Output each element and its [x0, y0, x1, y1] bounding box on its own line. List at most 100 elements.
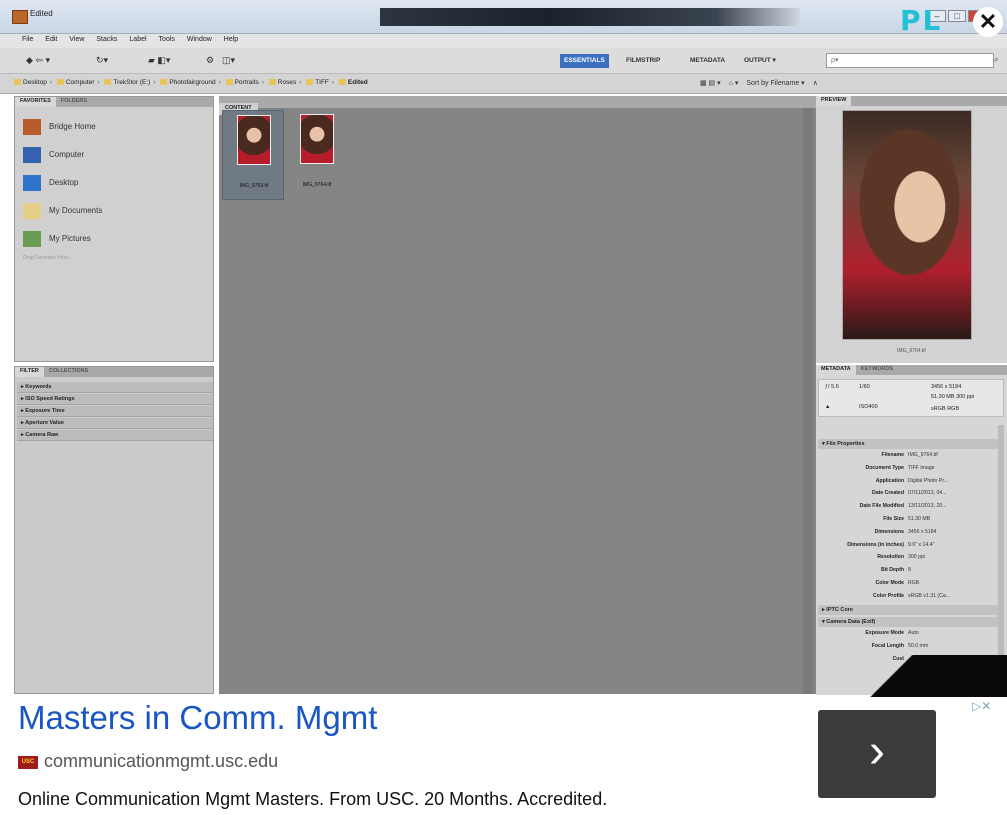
fav-my-documents[interactable]: My Documents [23, 203, 102, 219]
fav-desktop[interactable]: Desktop [23, 175, 78, 191]
metadata-value: 51.30 MB [908, 516, 931, 522]
ad-arrow-button[interactable]: › [818, 710, 936, 798]
thumbnail-caption: IMG_9763.tif [239, 183, 269, 189]
sort-direction-icon[interactable]: ∧ [813, 80, 818, 87]
overlay-close-icon[interactable]: ✕ [973, 7, 1003, 37]
crumb-roses[interactable]: Roses [268, 79, 296, 86]
metadata-key: Resolution [877, 554, 904, 561]
metadata-value: Digital Photo Pr... [908, 477, 949, 484]
menu-window[interactable]: Window [181, 34, 218, 43]
metadata-row: Application Digital Photo Pr... [816, 478, 1004, 487]
tab-favorites[interactable]: FAVORITES [15, 97, 56, 107]
filter-aperture[interactable]: ▸ Aperture Value [17, 418, 213, 429]
filter-exposure[interactable]: ▸ Exposure Time [17, 406, 213, 417]
desktop-icon [14, 79, 21, 86]
maximize-button[interactable]: □ [948, 10, 966, 22]
camera-icon[interactable]: ▰ ◧▾ [148, 55, 170, 66]
menu-tools[interactable]: Tools [153, 34, 181, 43]
metadata-scrollbar[interactable] [998, 425, 1004, 685]
sort-dropdown[interactable]: Sort by Filename ▾ [746, 80, 804, 87]
metadata-value: IMG_9764.tif [908, 452, 938, 458]
person-icon: ▲ [825, 404, 831, 410]
preview-panel-tabs: PREVIEW [816, 96, 1007, 106]
ad-domain[interactable]: communicationmgmt.usc.edu [44, 751, 278, 772]
title-bar-glass [380, 8, 800, 26]
metadata-value: 300 ppi [908, 554, 926, 561]
preview-image[interactable] [842, 110, 972, 340]
crumb-drive[interactable]: TrekStor (E:) [104, 79, 150, 86]
chevron-right-icon: › [153, 79, 156, 86]
filter-camera-raw[interactable]: ▸ Camera Raw [17, 430, 213, 441]
ad-banner[interactable]: Masters in Comm. Mgmt USC communicationm… [0, 697, 1007, 815]
workspace-essentials[interactable]: ESSENTIALS [560, 54, 609, 68]
folder-icon [225, 79, 233, 86]
search-icon[interactable]: ⌕ [994, 55, 998, 65]
thumbnail[interactable]: IMG_9763.tif [222, 110, 284, 200]
favorites-drag-hint: Drag Favorites Here... [23, 255, 73, 261]
menu-help[interactable]: Help [218, 34, 244, 43]
search-input[interactable]: ρ▾ [826, 53, 994, 68]
back-forward-icon[interactable]: ◆ ⇦ ▾ [26, 55, 50, 66]
crumb-edited[interactable]: Edited [338, 79, 368, 86]
metadata-key: File Size [883, 516, 904, 522]
desktop-icon [23, 175, 41, 191]
workspace-metadata[interactable]: METADATA [686, 54, 729, 68]
ad-title[interactable]: Masters in Comm. Mgmt [18, 699, 377, 737]
filter-panel: FILTER COLLECTIONS ▸ Keywords ▸ ISO Speed… [14, 366, 214, 694]
recent-files-icon[interactable]: ↻▾ [96, 55, 108, 66]
crumb-tiff[interactable]: TIFF [306, 79, 329, 86]
menu-file[interactable]: File [0, 34, 39, 43]
tab-metadata[interactable]: METADATA [816, 365, 856, 375]
chevron-right-icon: › [97, 79, 100, 86]
fav-computer[interactable]: Computer [23, 147, 84, 163]
fav-my-pictures[interactable]: My Pictures [23, 231, 91, 247]
metadata-row: Date Created 07/11/2013, 04... [816, 490, 1004, 499]
tab-collections[interactable]: COLLECTIONS [44, 367, 93, 377]
crumb-photofairground[interactable]: Photofairground [160, 79, 216, 86]
metadata-value: 9.6" x 14.4" [908, 541, 935, 548]
tab-keywords[interactable]: KEYWORDS [856, 365, 898, 375]
refine-icon[interactable]: ⚙ [206, 55, 214, 66]
metadata-key: Filename [881, 452, 905, 458]
fav-bridge-home[interactable]: Bridge Home [23, 119, 96, 135]
metadata-row: File Size 51.30 MB [816, 516, 1004, 525]
tab-folders[interactable]: FOLDERS [56, 97, 92, 107]
view-mode-icon[interactable]: ▦ ▤ ▾ [700, 80, 721, 87]
section-iptc-core[interactable]: ▸ IPTC Core [818, 605, 1004, 615]
metadata-key: Application [875, 477, 904, 484]
metadata-row: Focal Length 50.0 mm [816, 643, 1004, 652]
thumbnail[interactable]: IMG_9764.tif [286, 110, 348, 200]
folder-icon [160, 79, 168, 86]
section-file-properties[interactable]: ▾ File Properties [818, 439, 1004, 449]
menu-view[interactable]: View [63, 34, 90, 43]
menu-edit[interactable]: Edit [39, 34, 63, 43]
ad-choices-icon[interactable]: ▷✕ [972, 699, 991, 713]
content-scrollbar[interactable] [803, 108, 813, 694]
computer-icon [56, 79, 64, 86]
crumb-computer[interactable]: Computer [56, 79, 94, 86]
usc-logo-icon: USC [18, 756, 38, 769]
aperture-value: ƒ/ 5.6 [825, 384, 839, 390]
metadata-panel: METADATA KEYWORDS ƒ/ 5.6 1/60 ▲ ISO400 34… [816, 365, 1007, 695]
tab-filter[interactable]: FILTER [15, 367, 44, 377]
ad-description: Online Communication Mgmt Masters. From … [18, 789, 608, 809]
menu-stacks[interactable]: Stacks [90, 34, 123, 43]
crumb-desktop[interactable]: Desktop [14, 79, 47, 86]
metadata-row: Exposure Mode Auto [816, 630, 1004, 639]
menu-label[interactable]: Label [123, 34, 152, 43]
filter-panel-tabs: FILTER COLLECTIONS [15, 367, 213, 377]
quality-icon[interactable]: ⌂ ▾ [729, 80, 739, 87]
workspace-filmstrip[interactable]: FILMSTRIP [622, 54, 664, 68]
metadata-value: 07/11/2013, 04... [908, 490, 947, 497]
filter-iso[interactable]: ▸ ISO Speed Ratings [17, 394, 213, 405]
metadata-row: Bit Depth 8 [816, 567, 1004, 576]
open-with-icon[interactable]: ◫▾ [222, 55, 235, 66]
tab-preview[interactable]: PREVIEW [816, 96, 852, 106]
metadata-row: Date File Modified 13/11/2013, 20... [816, 503, 1004, 512]
filter-keywords[interactable]: ▸ Keywords [17, 382, 213, 393]
section-camera-data[interactable]: ▾ Camera Data (Exif) [818, 617, 1004, 627]
metadata-row: Filename IMG_9764.tif [816, 452, 1004, 461]
crumb-portraits[interactable]: Portraits [225, 79, 259, 86]
workspace-output[interactable]: OUTPUT ▾ [740, 54, 780, 68]
dimensions-value: 3456 x 5184 [931, 384, 962, 390]
